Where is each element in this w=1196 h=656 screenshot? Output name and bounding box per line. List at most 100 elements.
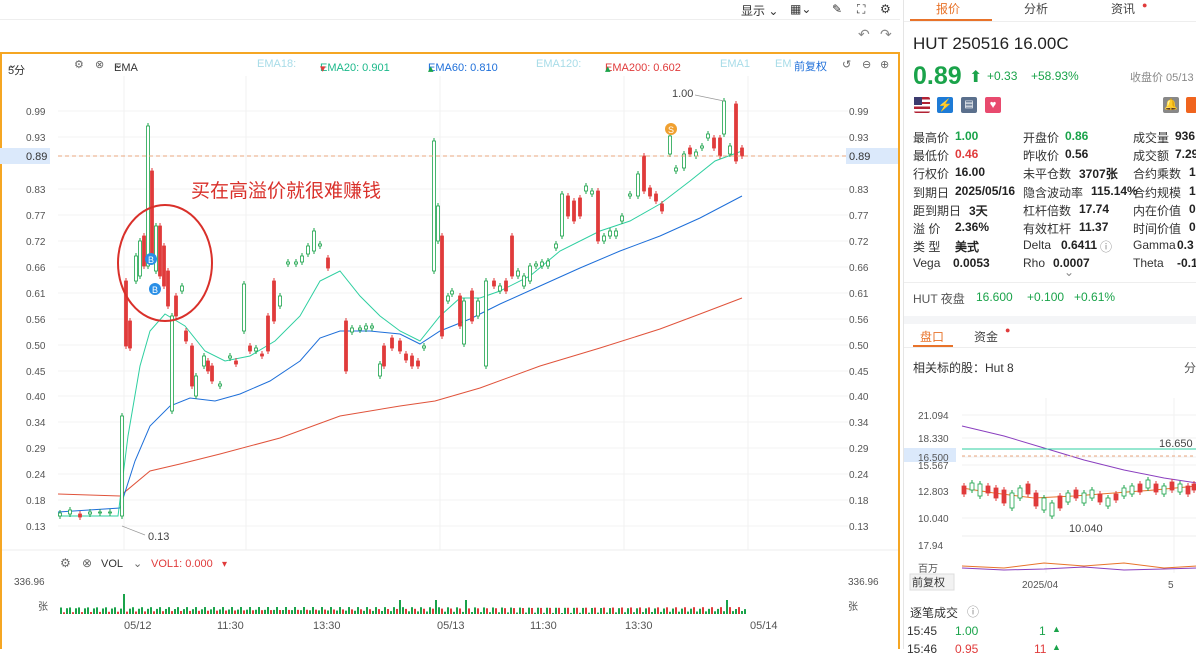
zoom-out-icon[interactable]: ⊖	[862, 58, 871, 71]
candle-body	[390, 337, 394, 349]
volume-bar	[723, 611, 725, 614]
volume-bar	[192, 609, 194, 614]
display-menu[interactable]: 显示 ⌄	[741, 2, 778, 19]
volume-bar	[639, 607, 641, 614]
candle-body	[134, 255, 138, 282]
draw-pen-icon[interactable]: ✎	[832, 2, 842, 16]
volume-bar	[360, 609, 362, 614]
vol-close-icon[interactable]: ⊗	[82, 556, 92, 570]
buy-marker[interactable]: B	[149, 283, 161, 295]
indicator-settings-icon[interactable]: ⚙	[74, 58, 84, 71]
heart-icon[interactable]: ♥	[985, 97, 1001, 113]
price-chart[interactable]: 0.99 0.99 0.93 0.93 0.89 0.89 0.83 0.83 0.77 0.77…	[0, 76, 900, 649]
adjust-button[interactable]: 前复权	[794, 58, 827, 74]
zoom-in-icon[interactable]: ⊕	[880, 58, 889, 71]
collapse-chevron-icon[interactable]: ⌄	[1064, 265, 1074, 279]
candle-body	[596, 190, 600, 242]
volume-bar	[564, 607, 566, 614]
info-icon[interactable]: ⓘ	[967, 603, 979, 620]
tab-orderbook[interactable]: 盘口	[920, 328, 944, 345]
tab-news[interactable]: 资讯	[1111, 0, 1135, 17]
volume-bar	[450, 608, 452, 614]
volume-bar	[645, 608, 647, 614]
mini-candle-body	[1121, 487, 1127, 497]
volume-bar	[78, 607, 80, 614]
field-label: 内在价值	[1133, 203, 1182, 218]
volume-bar	[177, 607, 179, 614]
vol-settings-icon[interactable]: ⚙	[60, 556, 71, 570]
field-value: 0.0053	[953, 256, 990, 271]
fullscreen-icon[interactable]: ⛶	[857, 2, 865, 17]
volume-bar	[657, 607, 659, 614]
volume-bar	[255, 609, 257, 614]
candle-body	[364, 325, 368, 330]
layout-grid-icon[interactable]: ▦⌄	[790, 2, 811, 16]
undo-icon[interactable]: ↶	[858, 26, 870, 43]
volume-bar	[660, 611, 662, 614]
volume-bar	[186, 607, 188, 614]
candle-body	[300, 255, 304, 263]
volume-bar	[264, 609, 266, 614]
lightning-icon[interactable]: ⚡	[937, 97, 953, 113]
volume-bar	[117, 611, 119, 614]
candle-body	[58, 512, 62, 517]
sell-marker[interactable]: S	[665, 123, 677, 135]
indicator-select[interactable]: EMA ⌄	[114, 58, 138, 74]
trade-time: 15:45	[907, 624, 938, 638]
candle-body	[142, 235, 146, 267]
tab-funds[interactable]: 资金	[974, 328, 998, 345]
funds-dot: ●	[1005, 325, 1011, 335]
volume-bar	[318, 610, 320, 614]
field-value: 10	[1189, 183, 1196, 198]
volume-bar	[357, 607, 359, 614]
redo-icon[interactable]: ↷	[880, 26, 892, 43]
settings-icon[interactable]: ⚙	[880, 2, 891, 16]
vol-unit: 张	[38, 601, 48, 613]
vol-select-icon[interactable]: ⌄	[133, 558, 142, 570]
candle-body	[382, 345, 386, 367]
mini-y-tick: 15.567	[918, 461, 949, 472]
volume-bar	[96, 607, 98, 614]
mini-candle-body	[985, 485, 991, 494]
volume-bar	[642, 612, 644, 614]
down-arrow-icon: ▾	[320, 63, 326, 75]
sell-marker-text: S	[668, 125, 674, 135]
period-select[interactable]: 5分 ⌄	[8, 58, 25, 77]
volume-bar	[489, 612, 491, 614]
mini-candle-body	[1089, 489, 1095, 499]
volume-bar	[705, 611, 707, 614]
indicator-label: EMA	[114, 62, 138, 74]
y-tick-right: 0.93	[849, 133, 869, 144]
volume-bar	[732, 611, 734, 614]
volume-bar	[465, 600, 467, 614]
document-icon[interactable]: ▤	[961, 97, 977, 113]
volume-bar	[93, 608, 95, 614]
volume-bar	[501, 607, 503, 614]
volume-bar	[159, 607, 161, 614]
field-label: 最高价	[913, 131, 950, 145]
volume-bar	[504, 608, 506, 614]
info-icon[interactable]: ⓘ	[1100, 238, 1112, 255]
y-tick-right: 0.77	[849, 211, 869, 222]
buy-marker[interactable]: B	[145, 253, 157, 265]
volume-bar	[72, 612, 74, 614]
reset-icon[interactable]: ↺	[842, 58, 851, 71]
bell-icon[interactable]: 🔔	[1163, 97, 1179, 113]
related-more[interactable]: 分	[1184, 359, 1196, 376]
volume-bar	[339, 607, 341, 614]
candle-body	[166, 270, 170, 307]
more-icon[interactable]	[1186, 97, 1196, 113]
candle-body	[566, 195, 570, 217]
y-tick-right: 0.83	[849, 185, 869, 196]
related-stock[interactable]: 相关标的股：Hut 8	[913, 359, 1014, 376]
mini-low-label: 10.040	[1069, 523, 1103, 535]
tab-analysis[interactable]: 分析	[1024, 0, 1048, 17]
contract-title: HUT 250516 16.00C	[913, 34, 1069, 53]
volume-bar	[510, 607, 512, 614]
mini-chart[interactable]: 21.09418.33016.50015.56712.80310.04017.9…	[904, 398, 1196, 595]
candle-body	[648, 187, 652, 197]
indicator-close-icon[interactable]: ⊗	[95, 58, 104, 71]
ema20-value: EMA20: 0.901	[320, 62, 390, 74]
volume-bar	[309, 610, 311, 614]
tab-quote[interactable]: 报价	[936, 0, 960, 17]
